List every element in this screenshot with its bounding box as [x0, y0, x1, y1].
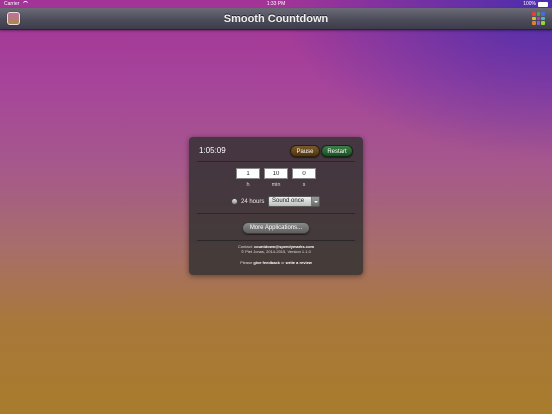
grid-square: [541, 21, 545, 25]
status-battery: 100%: [523, 0, 548, 8]
divider: [197, 213, 355, 214]
grid-square: [532, 21, 536, 25]
grid-square: [532, 16, 536, 21]
chevron-down-icon: [311, 197, 319, 206]
apps-grid-icon[interactable]: [532, 12, 545, 25]
divider: [197, 240, 355, 241]
grid-square: [541, 12, 545, 16]
battery-percent: 100%: [523, 1, 536, 7]
grid-square: [536, 12, 541, 16]
grid-square: [541, 16, 545, 21]
minutes-unit-label: min: [271, 182, 281, 188]
please-prefix: Please: [240, 260, 254, 265]
divider: [197, 161, 355, 162]
write-review-link[interactable]: write a review: [286, 260, 312, 265]
minutes-field[interactable]: [264, 168, 288, 179]
pause-button[interactable]: Pause: [290, 145, 320, 157]
grid-square: [536, 21, 541, 25]
seconds-field[interactable]: [292, 168, 316, 179]
hours24-label: 24 hours: [241, 199, 265, 205]
hours-field[interactable]: [236, 168, 260, 179]
hours-unit-label: h: [246, 182, 250, 188]
battery-icon: [538, 2, 548, 7]
grid-square: [536, 16, 541, 21]
nav-bar: Smooth Countdown: [0, 8, 552, 30]
status-bar: Carrier 1:33 PM 100%: [0, 0, 552, 8]
countdown-panel: 1:05:09 Pause Restart h min s 24 hours S…: [189, 137, 363, 275]
grid-square: [532, 12, 536, 16]
more-applications-button[interactable]: More Applications...: [242, 222, 310, 234]
restart-button[interactable]: Restart: [321, 145, 353, 157]
status-time: 1:33 PM: [266, 1, 286, 7]
copyright-line: © Piet Jonas, 2014-2015, Version 1.1.0: [241, 249, 311, 254]
sound-select[interactable]: Sound once: [268, 196, 320, 207]
review-line: Please give feedback or write a review: [189, 260, 363, 265]
give-feedback-link[interactable]: give feedback: [253, 260, 279, 265]
countdown-display: 1:05:09: [199, 146, 226, 155]
sound-select-value: Sound once: [272, 198, 305, 204]
page-title: Smooth Countdown: [223, 13, 329, 25]
hours24-checkbox[interactable]: [231, 198, 238, 205]
seconds-unit-label: s: [302, 182, 306, 188]
